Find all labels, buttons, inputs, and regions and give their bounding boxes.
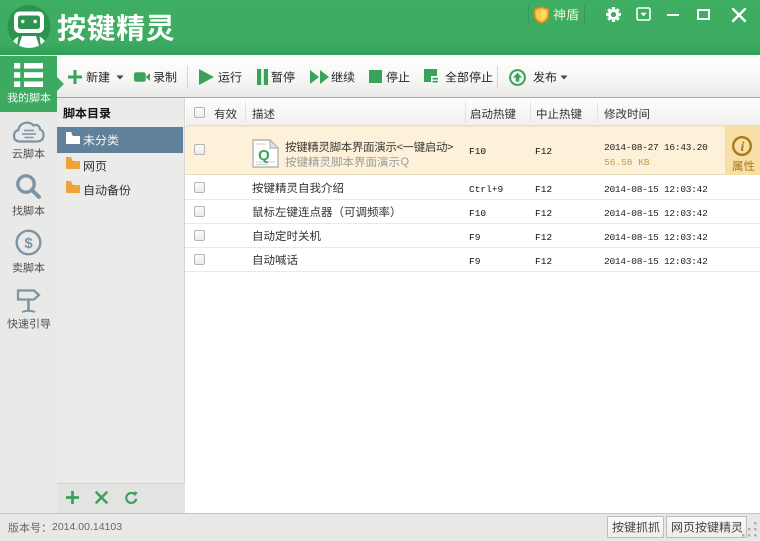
svg-text:i: i	[741, 140, 745, 155]
svg-text:Q: Q	[258, 147, 270, 164]
svg-text:$: $	[24, 235, 33, 252]
